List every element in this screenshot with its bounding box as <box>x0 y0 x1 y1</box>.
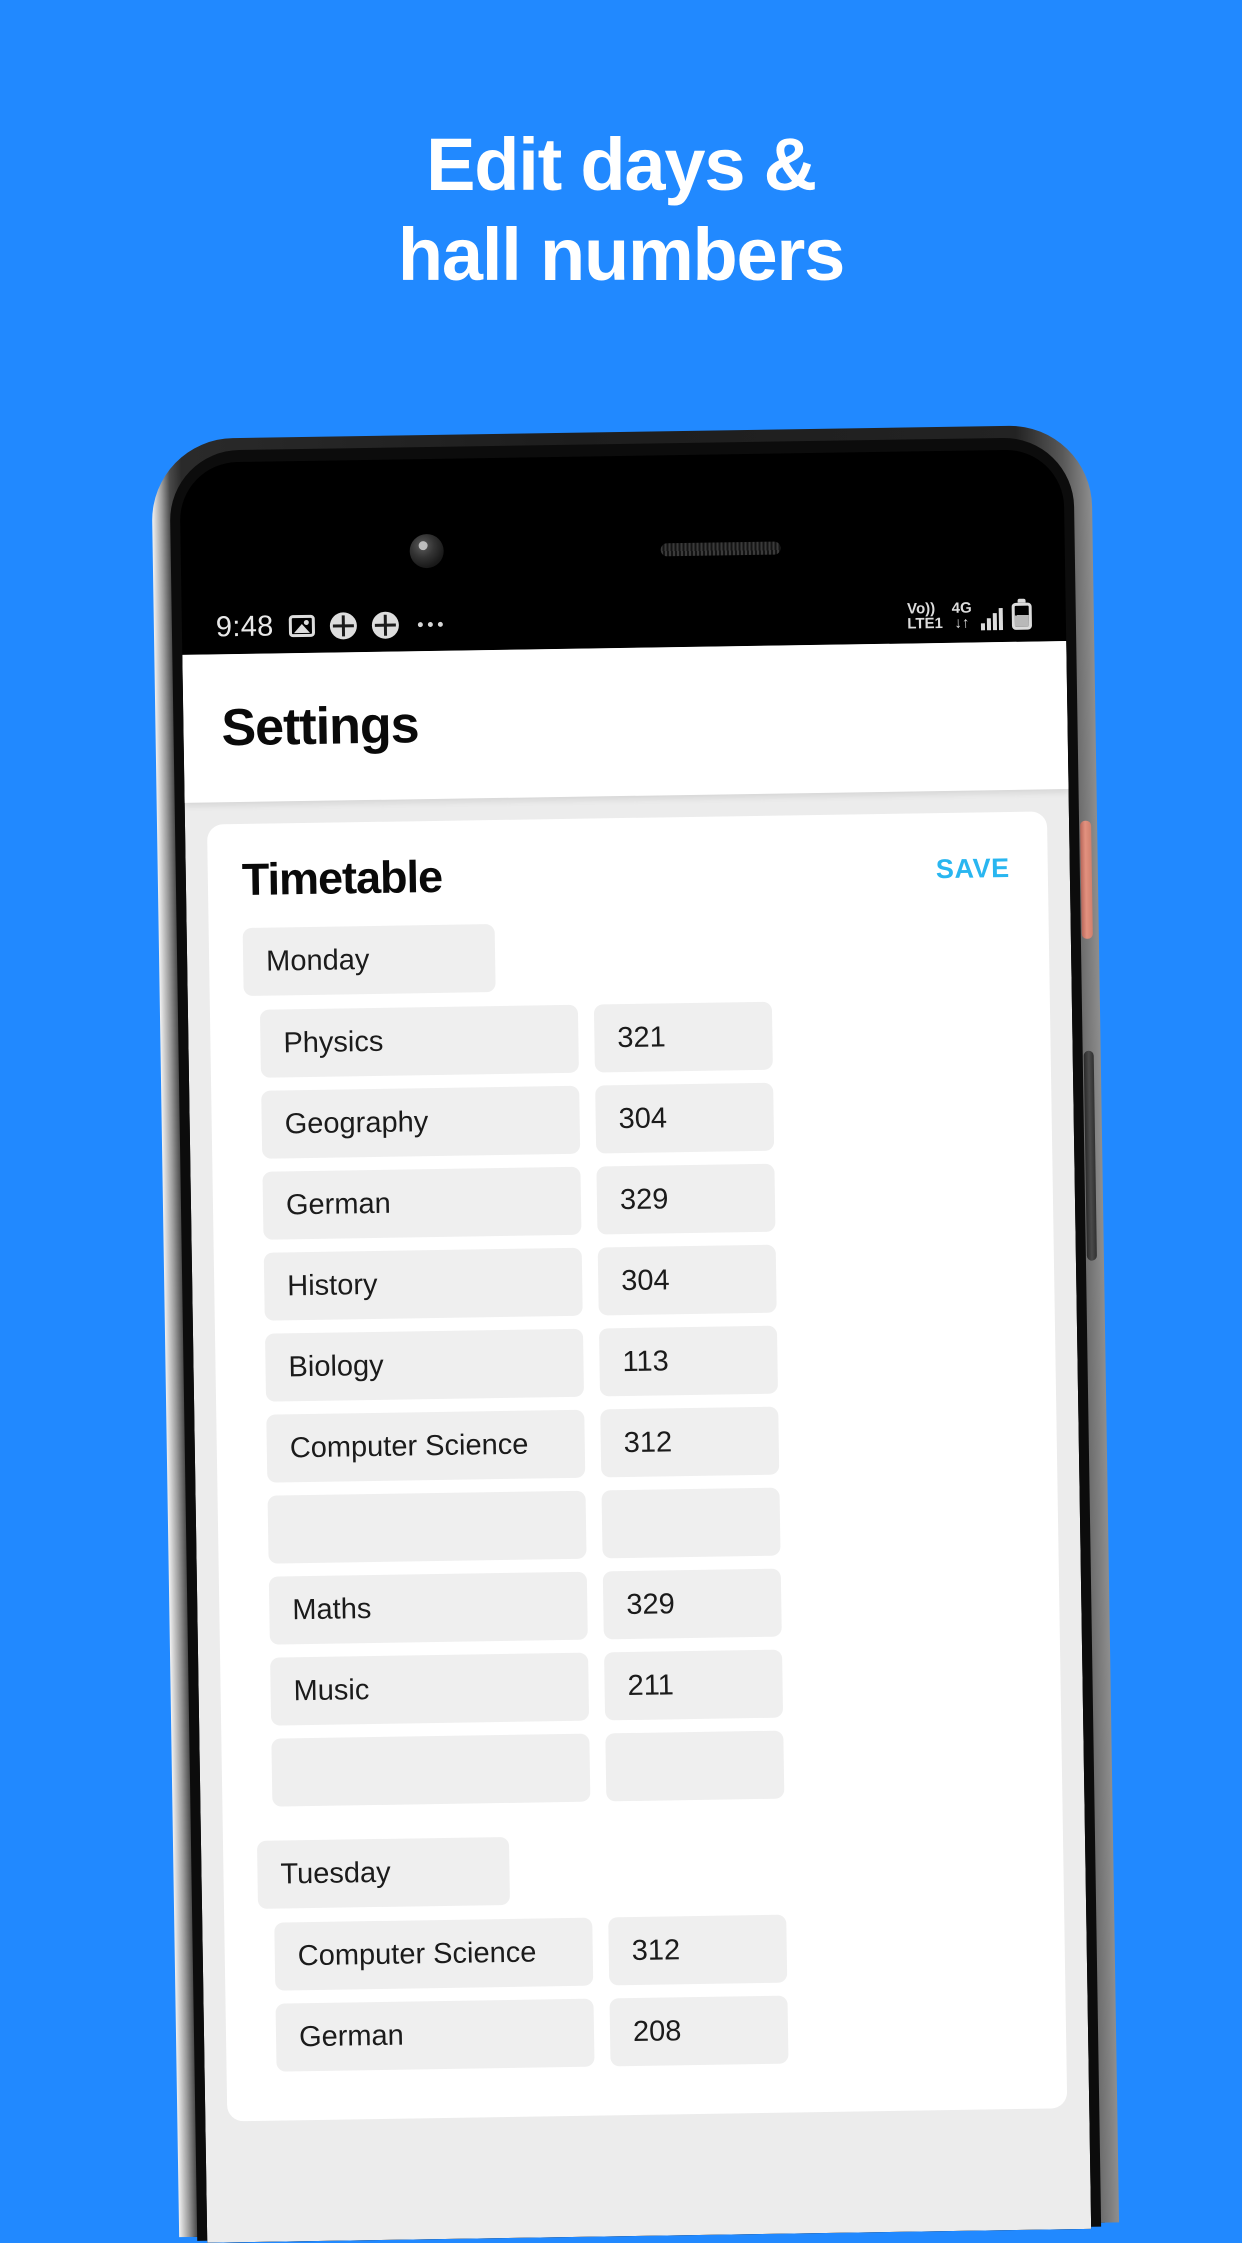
timetable-body: Monday Physics 321 Geography 304 German 329 His… <box>242 916 1033 2072</box>
day-name-input[interactable]: Tuesday <box>256 1836 510 1909</box>
timetable-row: Computer Science 312 <box>266 1403 1023 1483</box>
timetable-row: Computer Science 312 <box>274 1911 1031 1991</box>
subject-input[interactable] <box>267 1490 587 1564</box>
earpiece-speaker-icon <box>660 541 781 557</box>
app-bar: Settings <box>182 641 1069 803</box>
volte-indicator: Vo)) LTE1 <box>906 600 944 633</box>
timetable-row: Maths 329 <box>268 1565 1026 1645</box>
hall-number-input[interactable]: 113 <box>598 1325 778 1397</box>
timetable-card: Timetable SAVE Monday Physics 321 Geography… <box>206 811 1068 2122</box>
save-button[interactable]: SAVE <box>932 846 1015 890</box>
phone-screen: 9:48 Vo)) LTE1 4G ↓↑ Settings Timetable … <box>179 449 1092 2243</box>
promo-headline-line-1: Edit days & <box>426 123 817 206</box>
clover-icon <box>329 611 357 640</box>
timetable-title: Timetable <box>241 850 443 906</box>
day-name-input[interactable]: Monday <box>242 924 496 996</box>
hall-number-input[interactable]: 304 <box>597 1244 777 1316</box>
subject-input[interactable]: Music <box>270 1652 590 1726</box>
power-button[interactable] <box>1080 820 1093 939</box>
hall-number-input[interactable] <box>601 1487 781 1559</box>
timetable-row: German 329 <box>262 1160 1019 1240</box>
timetable-row: Music 211 <box>270 1646 1027 1726</box>
page-title: Settings <box>221 696 420 758</box>
app-surface: Settings Timetable SAVE Monday Physics 321… <box>182 641 1092 2243</box>
subject-input[interactable]: Physics <box>259 1004 579 1078</box>
subject-input[interactable]: German <box>275 1998 595 2072</box>
subject-input[interactable]: Computer Science <box>266 1409 586 1483</box>
clover-icon <box>371 611 399 639</box>
subject-input[interactable]: History <box>263 1247 583 1321</box>
hall-number-input[interactable]: 211 <box>604 1649 784 1721</box>
timetable-row: History 304 <box>263 1241 1021 1321</box>
promo-headline: Edit days & hall numbers <box>0 120 1242 301</box>
subject-input[interactable]: German <box>262 1166 582 1240</box>
subject-input[interactable]: Computer Science <box>274 1917 594 1991</box>
photo-icon <box>288 614 315 638</box>
battery-icon <box>1011 602 1033 630</box>
timetable-row: Biology 113 <box>264 1322 1022 1402</box>
signal-bars-icon <box>980 608 1004 631</box>
status-bar-left-group: 9:48 <box>216 607 443 644</box>
promo-headline-line-2: hall numbers <box>397 213 845 297</box>
hall-number-input[interactable]: 312 <box>608 1914 788 1986</box>
timetable-card-header: Timetable SAVE <box>241 842 1014 906</box>
hall-number-input[interactable]: 321 <box>593 1001 773 1073</box>
network-type-indicator: 4G ↓↑ <box>951 599 972 632</box>
hall-number-input[interactable] <box>605 1730 785 1802</box>
subject-input[interactable]: Maths <box>268 1571 588 1645</box>
subject-input[interactable]: Biology <box>264 1328 585 1402</box>
front-camera-icon <box>409 533 444 569</box>
hall-number-input[interactable]: 312 <box>600 1406 780 1478</box>
subject-input[interactable]: Geography <box>261 1085 581 1159</box>
phone-device-mockup: 9:48 Vo)) LTE1 4G ↓↑ Settings Timetable … <box>150 424 1120 2243</box>
timetable-row <box>267 1484 1025 1564</box>
status-bar-clock: 9:48 <box>215 609 274 643</box>
hall-number-input[interactable]: 208 <box>609 1995 789 2067</box>
timetable-row: German 208 <box>275 1992 1033 2072</box>
hall-number-input[interactable]: 329 <box>602 1568 782 1640</box>
timetable-row: Physics 321 <box>259 998 1017 1078</box>
timetable-row <box>271 1727 1028 1807</box>
overflow-dots-icon <box>417 621 443 627</box>
hall-number-input[interactable]: 304 <box>595 1082 775 1154</box>
status-bar-right-group: Vo)) LTE1 4G ↓↑ <box>906 599 1033 633</box>
timetable-row: Geography 304 <box>261 1079 1018 1159</box>
hall-number-input[interactable]: 329 <box>596 1163 776 1235</box>
subject-input[interactable] <box>271 1733 591 1807</box>
